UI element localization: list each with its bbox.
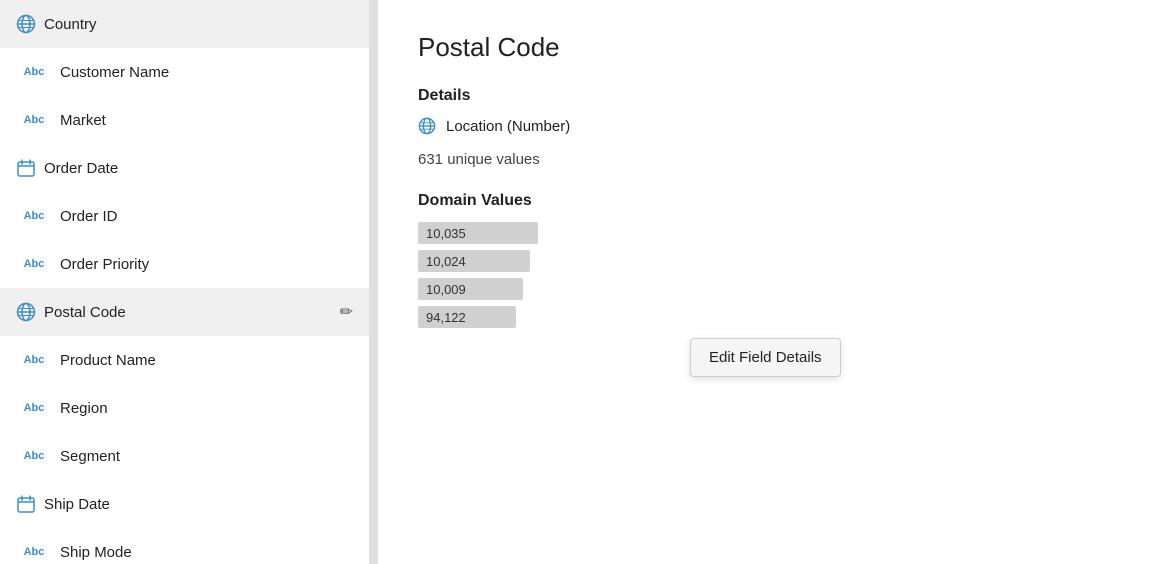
sidebar-item-label: Product Name <box>60 352 353 369</box>
domain-bar-value: 10,035 <box>426 226 466 241</box>
sidebar-item-label: Ship Date <box>44 496 353 513</box>
domain-values-label: Domain Values <box>418 192 1127 210</box>
domain-bar: 94,122 <box>418 306 516 328</box>
main-panel: Postal Code Details Location (Number) 63… <box>378 0 1167 564</box>
abc-badge: Abc <box>16 354 52 366</box>
globe-icon-detail <box>418 117 436 135</box>
edit-pencil-icon[interactable]: ✏ <box>340 302 353 322</box>
domain-values-section: Domain Values 10,035 10,024 10,009 94,12… <box>418 192 1127 328</box>
sidebar-item-label: Order Date <box>44 160 353 177</box>
domain-bar-row: 10,024 <box>418 250 1127 272</box>
domain-bar-value: 94,122 <box>426 310 466 325</box>
sidebar-item-country[interactable]: Country <box>0 0 369 48</box>
sidebar-item-label: Country <box>44 16 353 33</box>
sidebar-item-customer-name[interactable]: Abc Customer Name <box>0 48 369 96</box>
details-section-label: Details <box>418 87 1127 105</box>
edit-field-tooltip-label: Edit Field Details <box>709 349 822 366</box>
abc-badge: Abc <box>16 450 52 462</box>
edit-field-tooltip[interactable]: Edit Field Details <box>690 338 841 377</box>
calendar-icon <box>16 494 36 514</box>
abc-badge: Abc <box>16 66 52 78</box>
sidebar-item-market[interactable]: Abc Market <box>0 96 369 144</box>
sidebar-item-label: Region <box>60 400 353 417</box>
abc-badge: Abc <box>16 402 52 414</box>
domain-bar-value: 10,024 <box>426 254 466 269</box>
calendar-icon <box>16 158 36 178</box>
abc-badge: Abc <box>16 258 52 270</box>
sidebar-item-order-priority[interactable]: Abc Order Priority <box>0 240 369 288</box>
domain-bar-row: 10,009 <box>418 278 1127 300</box>
sidebar-item-label: Postal Code <box>44 304 340 321</box>
sidebar-item-label: Order Priority <box>60 256 353 273</box>
domain-bar: 10,035 <box>418 222 538 244</box>
sidebar-item-label: Customer Name <box>60 64 353 81</box>
domain-bar-row: 10,035 <box>418 222 1127 244</box>
domain-bar: 10,009 <box>418 278 523 300</box>
sidebar-item-product-name[interactable]: Abc Product Name <box>0 336 369 384</box>
sidebar-item-label: Segment <box>60 448 353 465</box>
unique-values-text: 631 unique values <box>418 151 1127 168</box>
sidebar-item-order-id[interactable]: Abc Order ID <box>0 192 369 240</box>
domain-bar-value: 10,009 <box>426 282 466 297</box>
abc-badge: Abc <box>16 210 52 222</box>
page-title: Postal Code <box>418 32 1127 63</box>
sidebar-item-region[interactable]: Abc Region <box>0 384 369 432</box>
sidebar-item-label: Market <box>60 112 353 129</box>
sidebar: Country Abc Customer Name Abc Market Ord… <box>0 0 370 564</box>
abc-badge: Abc <box>16 114 52 126</box>
sidebar-item-order-date[interactable]: Order Date <box>0 144 369 192</box>
sidebar-item-ship-mode[interactable]: Abc Ship Mode <box>0 528 369 564</box>
detail-type-row: Location (Number) <box>418 117 1127 135</box>
abc-badge: Abc <box>16 546 52 558</box>
globe-icon <box>16 302 36 322</box>
sidebar-item-postal-code[interactable]: Postal Code ✏ <box>0 288 369 336</box>
scrollbar-divider <box>370 0 378 564</box>
domain-bar: 10,024 <box>418 250 530 272</box>
sidebar-item-ship-date[interactable]: Ship Date <box>0 480 369 528</box>
sidebar-item-segment[interactable]: Abc Segment <box>0 432 369 480</box>
detail-type-text: Location (Number) <box>446 118 570 135</box>
sidebar-item-label: Order ID <box>60 208 353 225</box>
globe-icon <box>16 14 36 34</box>
domain-bar-row: 94,122 <box>418 306 1127 328</box>
sidebar-item-label: Ship Mode <box>60 544 353 561</box>
